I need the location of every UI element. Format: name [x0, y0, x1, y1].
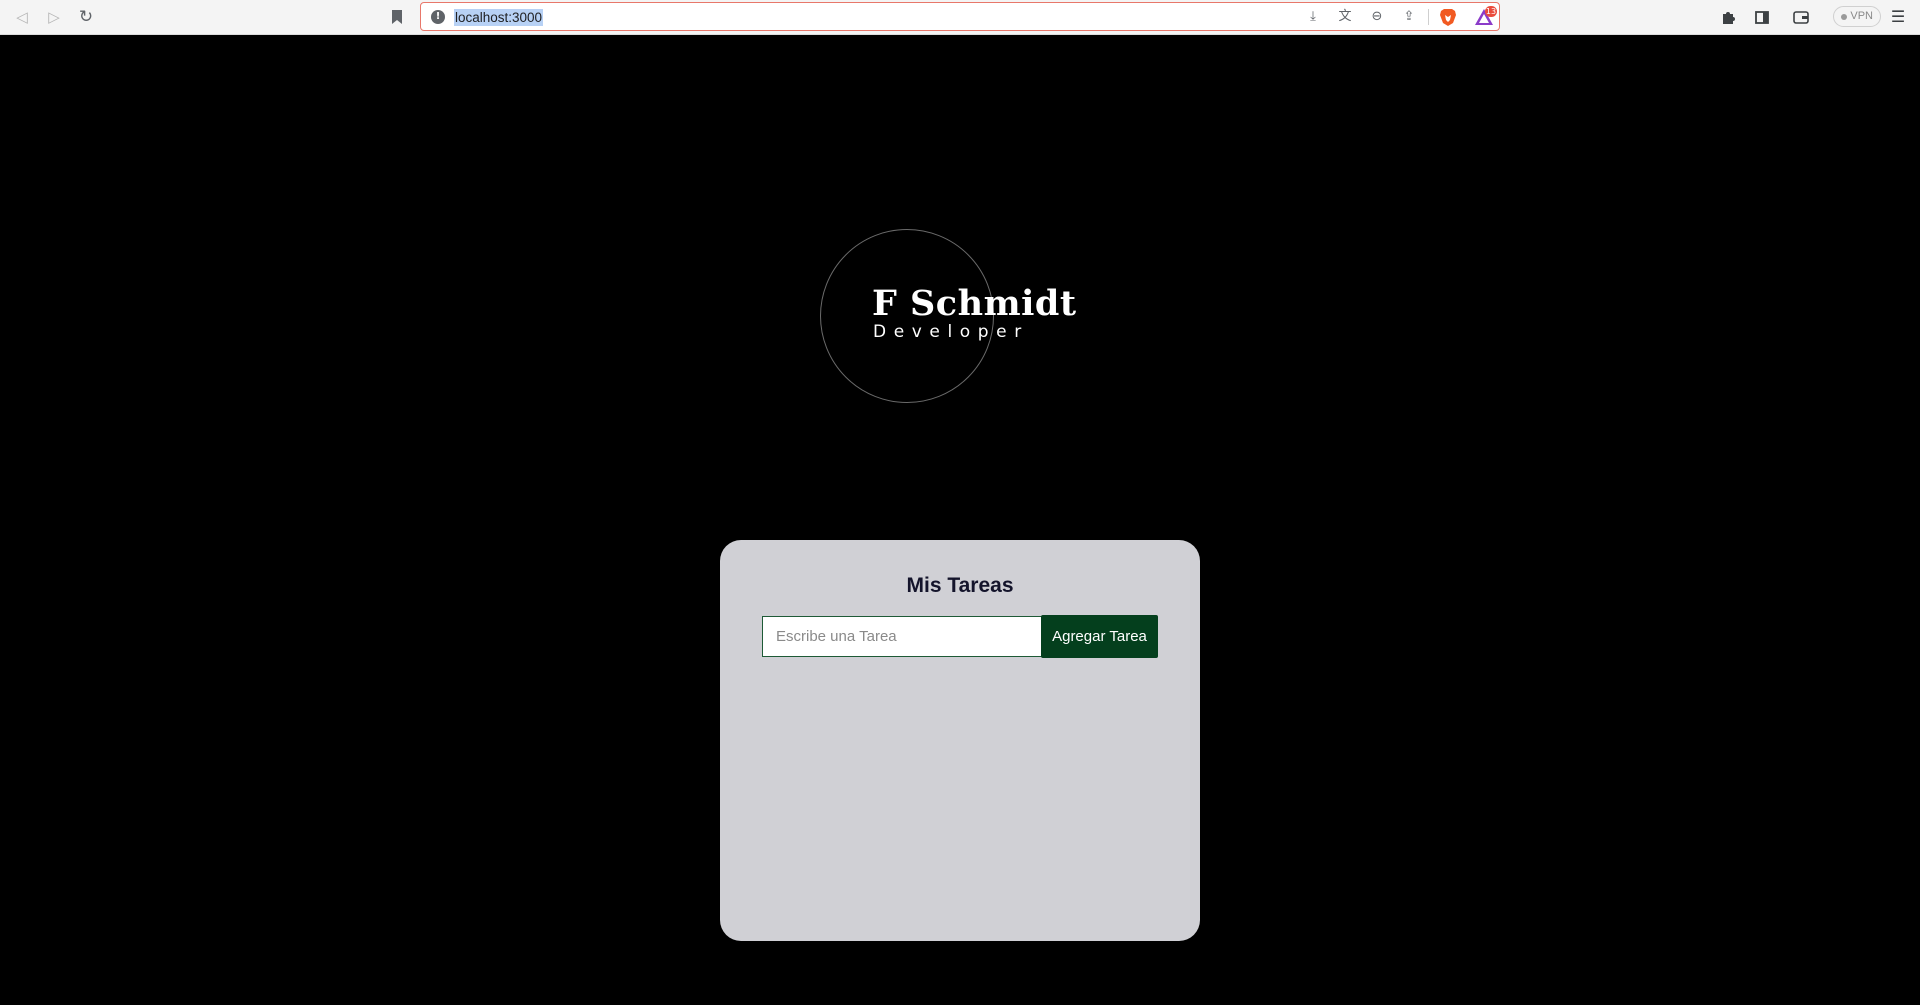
add-task-button[interactable]: Agregar Tarea: [1041, 615, 1158, 658]
translate-icon[interactable]: 文: [1335, 8, 1355, 26]
task-input[interactable]: [762, 616, 1042, 657]
logo-name: F Schmidt: [872, 283, 1077, 324]
wallet-icon[interactable]: [1790, 7, 1812, 27]
back-arrow-icon[interactable]: ◁: [11, 7, 33, 27]
reload-icon[interactable]: ↻: [75, 7, 97, 27]
logo-role: Developer: [873, 322, 1029, 342]
url-text[interactable]: localhost:3000: [454, 9, 544, 26]
address-bar[interactable]: ! localhost:3000 ⤓ 文 ⊖ ⇪ 13: [420, 2, 1500, 31]
address-divider: [1428, 9, 1429, 25]
todo-card: Mis Tareas Agregar Tarea: [720, 540, 1200, 941]
brave-lion-icon[interactable]: [1439, 8, 1457, 27]
zoom-out-icon[interactable]: ⊖: [1367, 8, 1387, 26]
sidebar-icon[interactable]: [1751, 7, 1773, 27]
forward-arrow-icon[interactable]: ▷: [43, 7, 65, 27]
todo-title: Mis Tareas: [906, 574, 1014, 597]
vpn-label: VPN: [1850, 10, 1873, 22]
rewards-badge: 13: [1485, 6, 1497, 17]
bookmark-icon[interactable]: [386, 7, 408, 27]
site-info-icon[interactable]: !: [431, 10, 445, 24]
vpn-button[interactable]: VPN: [1833, 6, 1881, 27]
download-icon[interactable]: ⤓: [1303, 8, 1323, 26]
puzzle-icon[interactable]: [1718, 7, 1740, 27]
hamburger-menu-icon[interactable]: ☰: [1887, 7, 1909, 27]
share-icon[interactable]: ⇪: [1399, 8, 1419, 26]
browser-toolbar: ◁ ▷ ↻ ! localhost:3000 ⤓ 文 ⊖ ⇪ 13 VPN ☰: [0, 0, 1920, 35]
vpn-status-dot: [1841, 14, 1847, 20]
